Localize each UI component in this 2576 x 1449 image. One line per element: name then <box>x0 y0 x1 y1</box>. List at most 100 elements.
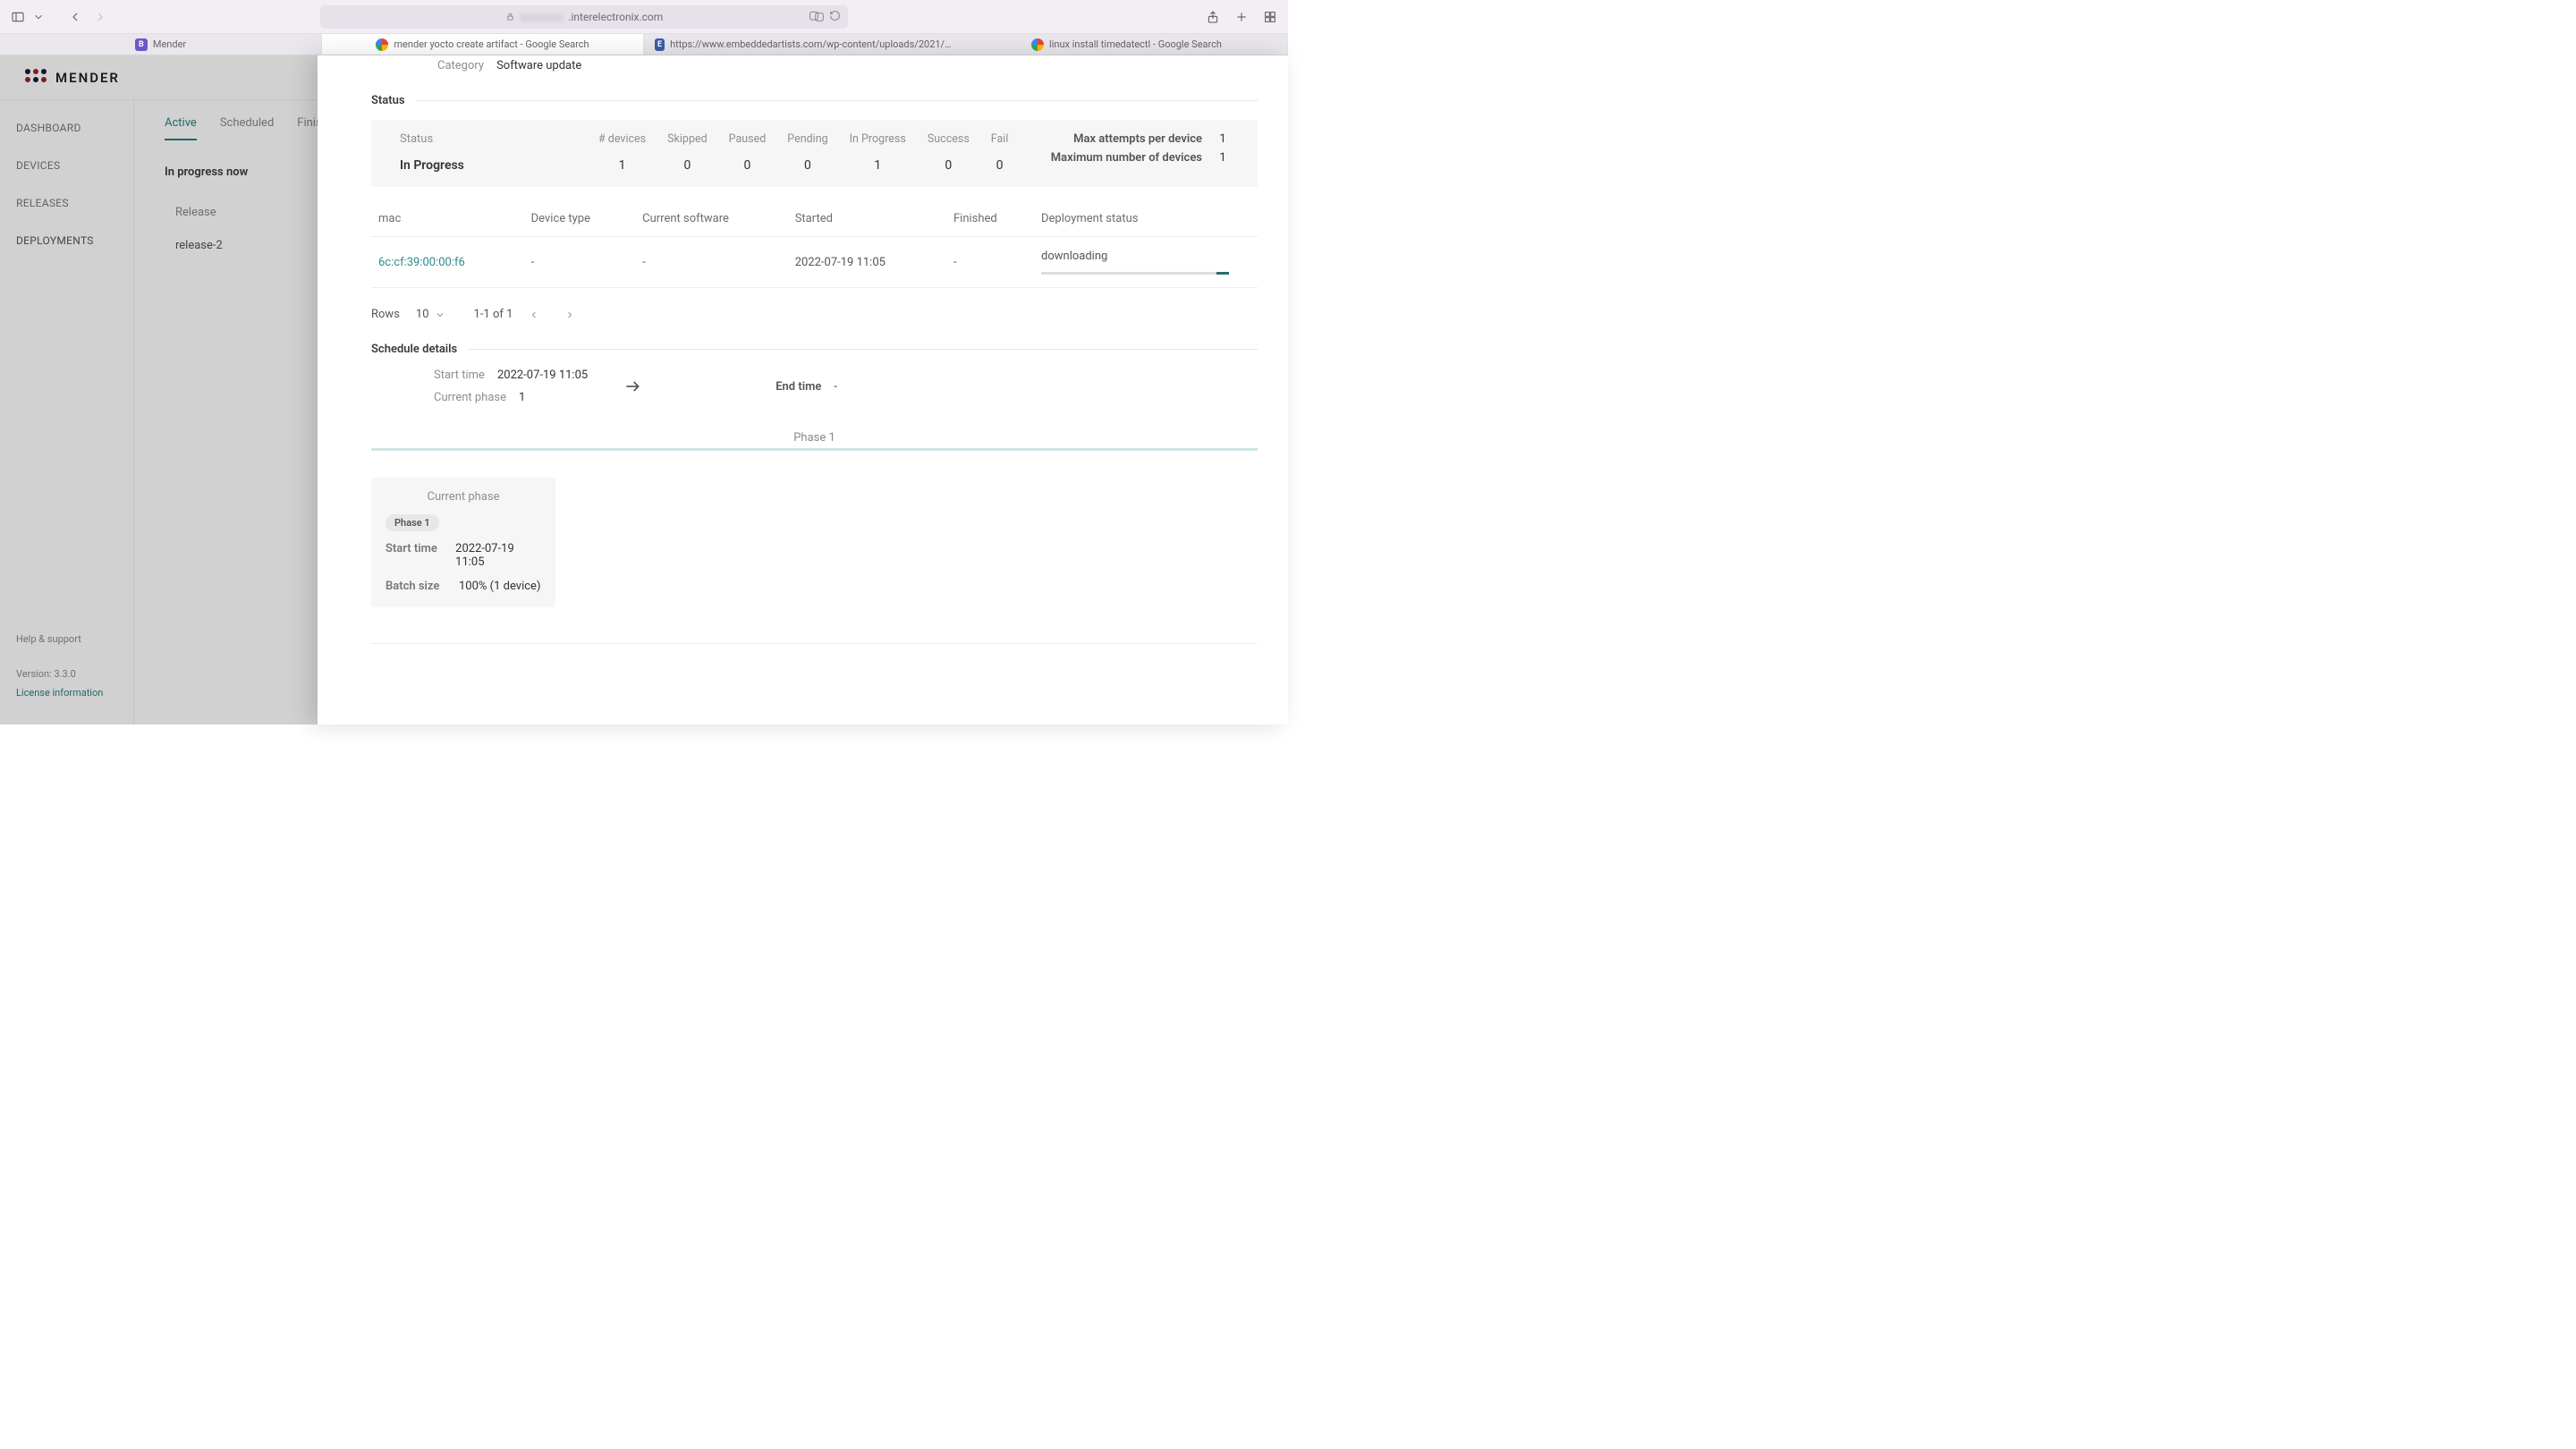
favicon-e-icon: E <box>655 38 665 51</box>
chevron-down-icon[interactable] <box>32 6 45 28</box>
th-devtype[interactable]: Device type <box>524 203 636 237</box>
pc-batch-value: 100% (1 device) <box>459 580 540 593</box>
max-attempts-label: Max attempts per device <box>1073 132 1202 146</box>
current-phase-value: 1 <box>519 391 525 404</box>
val-inprog: 1 <box>839 158 917 173</box>
phase-card-title: Current phase <box>386 490 541 504</box>
status-limits: Max attempts per device 1 Maximum number … <box>1051 132 1229 170</box>
mender-logo[interactable]: MENDER <box>25 69 120 87</box>
new-tab-icon[interactable] <box>1231 6 1252 28</box>
mender-brand: MENDER <box>55 70 120 86</box>
browser-tab-label: mender yocto create artifact - Google Se… <box>394 38 589 50</box>
caret-down-icon <box>435 309 445 320</box>
page-next-icon[interactable] <box>564 309 575 320</box>
val-fail: 0 <box>980 158 1020 173</box>
status-counts: # devices1 Skipped0 Paused0 Pending0 In … <box>588 132 1019 173</box>
th-started[interactable]: Started <box>788 203 946 237</box>
cell-devtype: - <box>524 237 636 288</box>
browser-tab[interactable]: mender yocto create artifact - Google Se… <box>322 34 644 55</box>
version-text: Version: 3.3.0 <box>16 665 117 684</box>
tab-overview-icon[interactable] <box>1259 6 1281 28</box>
th-finished[interactable]: Finished <box>946 203 1034 237</box>
browser-tab[interactable]: linux install timedatectl - Google Searc… <box>966 34 1288 55</box>
max-devices-value: 1 <box>1216 151 1229 165</box>
sidebar-item-releases[interactable]: RELEASES <box>0 184 133 222</box>
browser-tab-strip: B Mender mender yocto create artifact - … <box>0 34 1288 55</box>
devices-table: mac Device type Current software Started… <box>371 203 1258 288</box>
status-summary: Status In Progress # devices1 Skipped0 P… <box>371 120 1258 187</box>
val-paused: 0 <box>718 158 777 173</box>
rows-label: Rows <box>371 308 400 321</box>
cell-started: 2022-07-19 11:05 <box>788 237 946 288</box>
nav-forward-icon <box>89 6 111 28</box>
val-success: 0 <box>917 158 980 173</box>
deployment-detail-panel: Category Software update Status Status I… <box>318 55 1288 724</box>
sidebar-item-devices[interactable]: DEVICES <box>0 147 133 184</box>
browser-tab-label: https://www.embeddedartists.com/wp-conte… <box>670 38 954 50</box>
phase-card: Current phase Phase 1 Start time2022-07-… <box>371 478 555 607</box>
sidebar-footer: Help & support Version: 3.3.0 License in… <box>0 620 133 724</box>
browser-tab-label: Mender <box>153 38 186 50</box>
category-value: Software update <box>496 59 581 72</box>
start-time-value: 2022-07-19 11:05 <box>497 369 588 382</box>
browser-tab[interactable]: B Mender <box>0 34 322 55</box>
translate-icon[interactable] <box>809 10 824 22</box>
phase-badge: Phase 1 <box>386 514 439 531</box>
sidebar-toggle-icon[interactable] <box>7 6 29 28</box>
end-time-label: End time <box>775 380 821 394</box>
val-devices: 1 <box>588 158 657 173</box>
val-skipped: 0 <box>657 158 718 173</box>
status-section-title: Status <box>371 94 1258 107</box>
table-row[interactable]: 6c:cf:39:00:00:f6 - - 2022-07-19 11:05 -… <box>371 237 1258 288</box>
col-inprog: In Progress <box>839 132 917 146</box>
progress-bar <box>1041 272 1229 275</box>
status-value: In Progress <box>400 158 588 173</box>
col-fail: Fail <box>980 132 1020 146</box>
pagination: Rows 10 1-1 of 1 <box>371 308 1258 321</box>
status-label: Status <box>400 132 588 146</box>
reload-icon[interactable] <box>829 10 841 21</box>
phase-timeline <box>371 448 1258 451</box>
schedule-grid: Start time2022-07-19 11:05 Current phase… <box>371 369 1258 404</box>
sidebar-item-dashboard[interactable]: DASHBOARD <box>0 109 133 147</box>
url-bar[interactable]: xxxxxxxx .interelectronix.com <box>320 5 848 29</box>
cell-finished: - <box>946 237 1034 288</box>
page-prev-icon[interactable] <box>529 309 539 320</box>
sidebar-item-deployments[interactable]: DEPLOYMENTS <box>0 222 133 259</box>
th-depstat[interactable]: Deployment status <box>1034 203 1258 237</box>
deployment-status-text: downloading <box>1041 250 1107 263</box>
license-link[interactable]: License information <box>16 684 117 703</box>
pc-batch-label: Batch size <box>386 580 450 593</box>
url-host-blur: xxxxxxxx <box>521 11 564 23</box>
rows-select[interactable]: 10 <box>416 308 445 321</box>
favicon-google-icon <box>376 38 388 51</box>
start-time-label: Start time <box>434 369 485 382</box>
url-host: .interelectronix.com <box>568 11 663 23</box>
pc-start-value: 2022-07-19 11:05 <box>455 542 541 569</box>
category-label: Category <box>437 59 484 72</box>
nav-back-icon[interactable] <box>64 6 86 28</box>
col-success: Success <box>917 132 980 146</box>
tab-active[interactable]: Active <box>165 116 197 140</box>
mac-link[interactable]: 6c:cf:39:00:00:f6 <box>378 256 465 269</box>
schedule-section-text: Schedule details <box>371 343 457 356</box>
col-skipped: Skipped <box>657 132 718 146</box>
end-time-value: - <box>834 380 837 394</box>
th-cursw[interactable]: Current software <box>635 203 788 237</box>
val-pending: 0 <box>776 158 838 173</box>
browser-tab[interactable]: E https://www.embeddedartists.com/wp-con… <box>644 34 966 55</box>
browser-tab-label: linux install timedatectl - Google Searc… <box>1049 38 1222 50</box>
col-pending: Pending <box>776 132 838 146</box>
col-paused: Paused <box>718 132 777 146</box>
cell-cursw: - <box>635 237 788 288</box>
tab-scheduled[interactable]: Scheduled <box>220 116 274 140</box>
divider <box>371 643 1258 644</box>
help-support-link[interactable]: Help & support <box>16 631 117 649</box>
share-icon[interactable] <box>1202 6 1224 28</box>
sidebar: DASHBOARD DEVICES RELEASES DEPLOYMENTS H… <box>0 100 134 724</box>
max-devices-label: Maximum number of devices <box>1051 151 1202 165</box>
th-mac[interactable]: mac <box>371 203 524 237</box>
status-section-text: Status <box>371 94 405 107</box>
favicon-b-icon: B <box>135 38 148 51</box>
favicon-google-icon <box>1031 38 1044 51</box>
